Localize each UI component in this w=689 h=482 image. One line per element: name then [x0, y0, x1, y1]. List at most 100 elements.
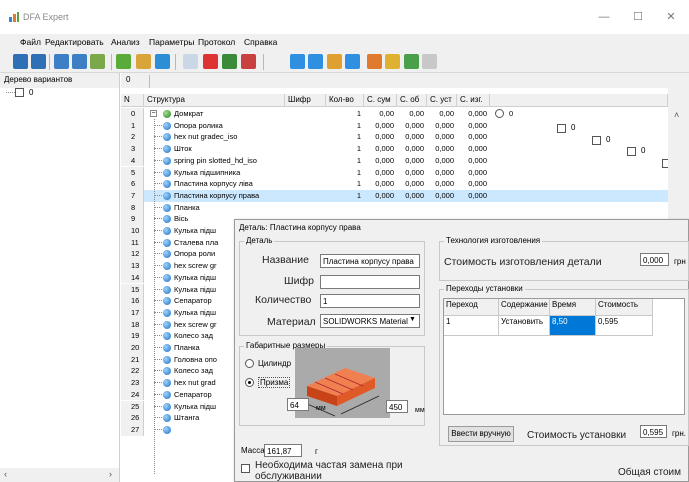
- ops-cell-cost[interactable]: 0,595: [596, 316, 653, 336]
- manual-entry-button[interactable]: Ввести вручную: [448, 426, 514, 442]
- qty-cell: 1: [356, 144, 361, 154]
- remove-icon[interactable]: [345, 54, 360, 69]
- c-sum-cell: 0,000: [375, 144, 394, 154]
- table-row[interactable]: 3 Шток 1 0,000 0,000 0,000 0,000: [121, 143, 668, 155]
- grid-root-row[interactable]: 0 − Домкрат 1 0,00 0,00 0,00 0,000 0: [121, 108, 668, 120]
- option-checkbox[interactable]: [627, 147, 636, 156]
- menu-file[interactable]: Файл: [20, 37, 41, 47]
- variant-checkbox[interactable]: [15, 88, 24, 97]
- material-select[interactable]: SOLIDWORKS Material: [320, 314, 420, 328]
- pencil-icon[interactable]: [367, 54, 382, 69]
- table-row[interactable]: 6 Пластина корпусу лiва 1 0,000 0,000 0,000 0,…: [121, 178, 668, 190]
- scroll-right-icon[interactable]: ›: [109, 469, 112, 479]
- ops-header-content[interactable]: Содержание: [499, 299, 550, 316]
- install-cost-field[interactable]: 0,595: [640, 425, 667, 438]
- save-as-icon[interactable]: [54, 54, 69, 69]
- col-header-structure[interactable]: Структура: [144, 94, 285, 107]
- root-option-radio[interactable]: [495, 109, 504, 118]
- table-row[interactable]: 7 Пластина корпусу права 1 0,000 0,000 0,000 0…: [121, 189, 668, 202]
- prism-radio[interactable]: [245, 378, 254, 387]
- table-row[interactable]: 5 Кулька підшипника 1 0,000 0,000 0,000 0,000: [121, 166, 668, 179]
- frequent-replace-checkbox[interactable]: [241, 464, 250, 473]
- collapse-icon[interactable]: −: [150, 110, 157, 117]
- menu-edit[interactable]: Редактировать: [45, 37, 104, 47]
- c-sum-cell: 0,000: [375, 155, 394, 165]
- chart-icon[interactable]: [222, 54, 237, 69]
- col-header-n[interactable]: N: [121, 94, 144, 107]
- menu-help[interactable]: Справка: [244, 37, 277, 47]
- variant-label[interactable]: 0: [29, 88, 33, 97]
- scroll-up-icon[interactable]: ˄: [674, 110, 679, 120]
- frequent-replace-label-2[interactable]: обслуживании: [255, 471, 322, 482]
- row-number: 2: [121, 131, 144, 144]
- save-icon[interactable]: [31, 54, 46, 69]
- menu-analysis[interactable]: Анализ: [111, 37, 140, 47]
- tree-icon[interactable]: [90, 54, 105, 69]
- delete-icon[interactable]: [203, 54, 218, 69]
- c-ob-cell: 0,000: [405, 132, 424, 142]
- variant-tab[interactable]: 0: [126, 75, 150, 88]
- dim2-field[interactable]: 450: [386, 400, 408, 413]
- frequent-replace-label-1[interactable]: Необходима частая замена при: [255, 460, 403, 471]
- col-header-c-ob[interactable]: С. об: [397, 94, 427, 107]
- table-row[interactable]: 8 Планка: [121, 201, 668, 214]
- ops-header-time[interactable]: Время: [550, 299, 596, 316]
- table-row[interactable]: 4 spring pin slotted_hd_iso 1 0,000 0,000 0,0…: [121, 154, 668, 167]
- minimize-button[interactable]: —: [593, 6, 615, 28]
- page-icon[interactable]: [155, 54, 170, 69]
- ops-table[interactable]: Переход Содержание Время Стоимость 1 Уст…: [443, 298, 685, 415]
- part-icon: [163, 168, 171, 177]
- part-icon: [163, 191, 171, 200]
- menu-parameters[interactable]: Параметры: [149, 37, 194, 47]
- tree-connector: [154, 241, 162, 243]
- option-checkbox[interactable]: [557, 124, 566, 133]
- col-header-c-sum[interactable]: С. сум: [364, 94, 397, 107]
- ops-header-step[interactable]: Переход: [444, 299, 499, 316]
- option-checkbox[interactable]: [592, 136, 601, 145]
- make-cost-label: Стоимость изготовления детали: [444, 256, 602, 268]
- report-icon[interactable]: [241, 54, 256, 69]
- maximize-button[interactable]: ☐: [627, 6, 649, 28]
- col-header-qty[interactable]: Кол-во: [326, 94, 364, 107]
- col-header-c-izg[interactable]: С. изг.: [457, 94, 490, 107]
- doc-icon[interactable]: [183, 54, 198, 69]
- scroll-left-icon[interactable]: ‹: [4, 469, 7, 479]
- parts-icon[interactable]: [136, 54, 151, 69]
- close-button[interactable]: ✕: [660, 6, 682, 28]
- cylinder-radio[interactable]: [245, 359, 254, 368]
- assembly-icon[interactable]: [116, 54, 131, 69]
- add-icon[interactable]: [290, 54, 305, 69]
- name-field[interactable]: Пластина корпусу права: [320, 254, 420, 268]
- row-number: 13: [121, 260, 144, 272]
- left-horizontal-scrollbar[interactable]: ‹ ›: [0, 468, 120, 482]
- tools-icon[interactable]: [327, 54, 342, 69]
- col-header-code[interactable]: Шифр: [285, 94, 326, 107]
- ops-cell-step[interactable]: 1: [444, 316, 499, 336]
- c-sum-cell: 0,000: [375, 120, 394, 130]
- ops-cell-content[interactable]: Установить: [499, 316, 550, 336]
- export-icon[interactable]: [72, 54, 87, 69]
- dropdown-arrow-icon[interactable]: ▼: [409, 316, 416, 323]
- fill-icon[interactable]: [385, 54, 400, 69]
- open-icon[interactable]: [13, 54, 28, 69]
- prism-label[interactable]: Призма: [258, 377, 291, 388]
- table-row[interactable]: 1 Опора ролика 1 0,000 0,000 0,000 0,000: [121, 119, 668, 132]
- doc-icon[interactable]: [422, 54, 437, 69]
- menu-protocol[interactable]: Протокол: [198, 37, 235, 47]
- mass-field[interactable]: 161,87: [264, 444, 302, 457]
- ops-header-cost[interactable]: Стоимость: [596, 299, 653, 316]
- table-row[interactable]: 2 hex nut gradec_iso 1 0,000 0,000 0,000 0,000: [121, 131, 668, 144]
- ops-cell-time[interactable]: 8,50: [550, 316, 596, 336]
- cylinder-label[interactable]: Цилиндр: [258, 359, 291, 368]
- code-field[interactable]: [320, 275, 420, 289]
- image-icon[interactable]: [404, 54, 419, 69]
- table-icon[interactable]: [308, 54, 323, 69]
- variant-tree[interactable]: 0: [0, 88, 120, 468]
- make-cost-field[interactable]: 0,000: [640, 253, 669, 266]
- dim1-field[interactable]: 64: [287, 398, 309, 411]
- qty-field[interactable]: 1: [320, 294, 420, 308]
- part-icon: [163, 425, 171, 434]
- col-header-c-ust[interactable]: С. уст: [427, 94, 457, 107]
- tree-connector: [154, 148, 162, 150]
- qty-cell: 1: [356, 132, 361, 142]
